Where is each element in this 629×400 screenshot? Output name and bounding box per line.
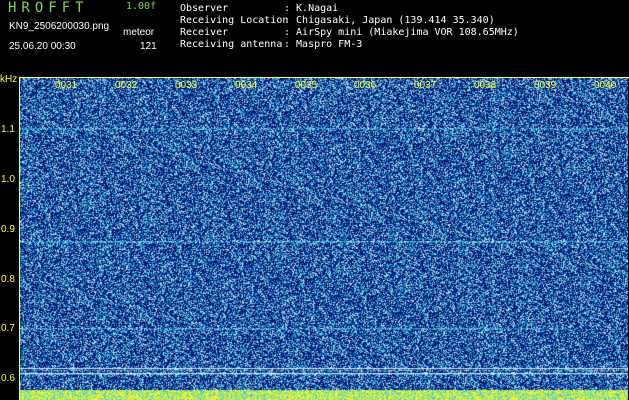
x-tick-label: 0040 (594, 80, 617, 91)
spectrogram-panel (20, 78, 628, 400)
x-tick-label: 0037 (414, 80, 437, 91)
x-tick-label: 0036 (354, 80, 377, 91)
spectrogram-canvas (20, 78, 628, 400)
x-tick-label: 0034 (235, 80, 258, 91)
x-tick-label: 0031 (55, 80, 78, 91)
x-tick-label: 0035 (295, 80, 318, 91)
y-axis-unit-label: kHz (0, 74, 18, 85)
x-tick-label: 0038 (474, 80, 497, 91)
info-value-antenna: : Maspro FM-3 (284, 39, 363, 50)
x-axis-line (19, 77, 629, 78)
info-key-observer: Observer (180, 3, 229, 14)
x-tick-label: 0039 (534, 80, 557, 91)
y-tick-label: 1.1 (1, 124, 15, 135)
info-value-observer: : K.Nagai (284, 3, 339, 14)
y-tick-label: 1.0 (1, 174, 15, 185)
datetime-label: 25.06.20 00:30 (9, 41, 76, 52)
y-tick-label: 0.9 (1, 224, 15, 235)
mode-label: meteor (123, 27, 155, 38)
y-axis-line (19, 78, 20, 400)
info-key-receiver: Receiver (180, 27, 229, 38)
version-label: 1.00f (126, 1, 157, 12)
y-tick-label: 0.8 (1, 274, 15, 285)
y-tick-label: 0.7 (1, 323, 15, 334)
y-tick-label: 0.6 (1, 373, 15, 384)
x-tick-label: 0033 (175, 80, 198, 91)
app-title: HROFFT (8, 0, 89, 16)
count-label: 121 (140, 41, 157, 52)
info-key-location: Receiving Location (180, 15, 289, 26)
filename-label: KN9_2506200030.png (9, 21, 110, 32)
info-value-location: : Chigasaki, Japan (139.414 35.340) (284, 15, 495, 26)
x-tick-label: 0032 (115, 80, 138, 91)
info-key-antenna: Receiving antenna (180, 39, 283, 50)
info-value-receiver: : AirSpy mini (Miakejima VOR 108.65MHz) (284, 27, 519, 38)
